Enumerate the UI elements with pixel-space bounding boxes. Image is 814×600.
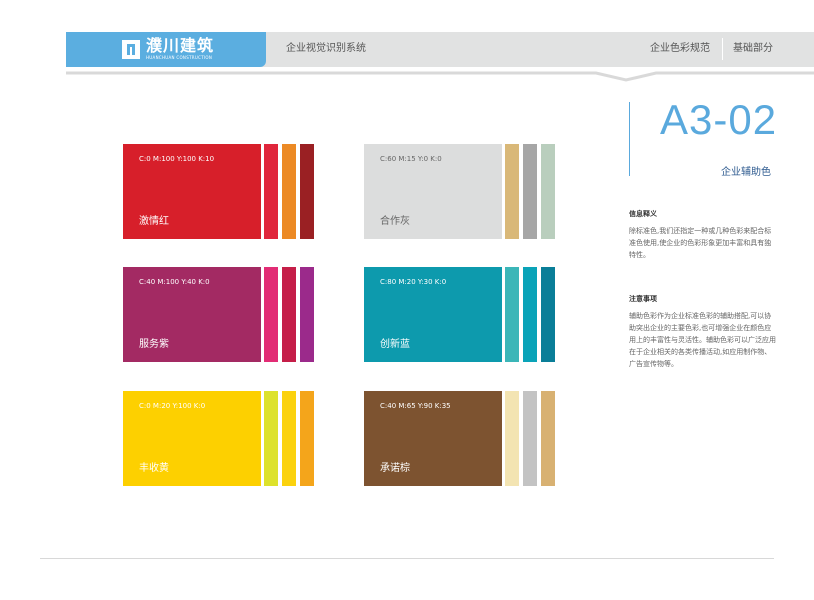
swatch-color-name: 合作灰 [380,216,410,227]
page-code: A3-02 [660,96,778,143]
swatch-strip-color [282,391,296,486]
swatch-cmyk-value: C:60 M:15 Y:0 K:0 [380,155,442,163]
nav-item-color-standard[interactable]: 企业色彩规范 [650,43,710,55]
swatch-strip-color [264,144,278,239]
swatch-color-name: 服务紫 [139,339,169,350]
color-swatch-card: C:60 M:15 Y:0 K:0 合作灰 [364,144,556,239]
swatch-color-name: 创新蓝 [380,339,410,350]
footer-rule [40,558,774,559]
swatch-strip-color [264,391,278,486]
info-title-notes: 注意事项 [629,295,657,303]
swatch-color-name: 丰收黄 [139,463,169,474]
swatch-strip-color [541,391,555,486]
color-swatch-card: C:40 M:65 Y:90 K:35 承诺棕 [364,391,556,486]
nav-item-basic-section[interactable]: 基础部分 [733,43,773,55]
brand-logo-block[interactable]: 濮川建筑 HUANCHUAN CONSTRUCTION [66,32,266,67]
swatch-strip-color [541,267,555,362]
color-swatch-card: C:80 M:20 Y:30 K:0 创新蓝 [364,267,556,362]
swatch-strip-color [264,267,278,362]
logo-text: 濮川建筑 [146,36,215,55]
swatch-cmyk-value: C:0 M:20 Y:100 K:0 [139,402,206,410]
header-rule [66,71,814,82]
swatch-strip-color [282,144,296,239]
swatch-cmyk-value: C:40 M:100 Y:40 K:0 [139,278,210,286]
info-title-definition: 信息释义 [629,210,657,218]
page-code-divider [629,102,630,176]
swatch-strip-color [523,267,537,362]
swatch-strip-color [300,391,314,486]
color-swatch-card: C:0 M:20 Y:100 K:0 丰收黄 [123,391,315,486]
swatch-color-name: 承诺棕 [380,463,410,474]
logo-subtitle: HUANCHUAN CONSTRUCTION [146,55,213,60]
section-title: 企业辅助色 [721,167,771,178]
swatch-strip-color [300,267,314,362]
swatch-strip-color [300,144,314,239]
color-swatch-card: C:0 M:100 Y:100 K:10 激情红 [123,144,315,239]
system-title: 企业视觉识别系统 [286,43,366,54]
swatch-strip-color [505,144,519,239]
swatch-strip-color [523,144,537,239]
swatch-strip-color [282,267,296,362]
swatch-strip-color [505,267,519,362]
logo-icon [122,40,140,59]
swatch-strip-color [523,391,537,486]
swatch-color-name: 激情红 [139,216,169,227]
info-text-definition: 除标准色,我们还指定一种或几种色彩来配合标准色使用,使企业的色彩形象更加丰富和具… [629,227,772,259]
info-text-notes: 辅助色彩作为企业标准色彩的辅助搭配,可以协助突出企业的主要色彩,也可增强企业在颜… [629,312,776,368]
swatch-cmyk-value: C:0 M:100 Y:100 K:10 [139,155,215,163]
color-swatch-card: C:40 M:100 Y:40 K:0 服务紫 [123,267,315,362]
swatch-cmyk-value: C:80 M:20 Y:30 K:0 [380,278,447,286]
swatch-strip-color [541,144,555,239]
nav-divider [722,38,723,60]
swatch-cmyk-value: C:40 M:65 Y:90 K:35 [380,402,451,410]
swatch-strip-color [505,391,519,486]
